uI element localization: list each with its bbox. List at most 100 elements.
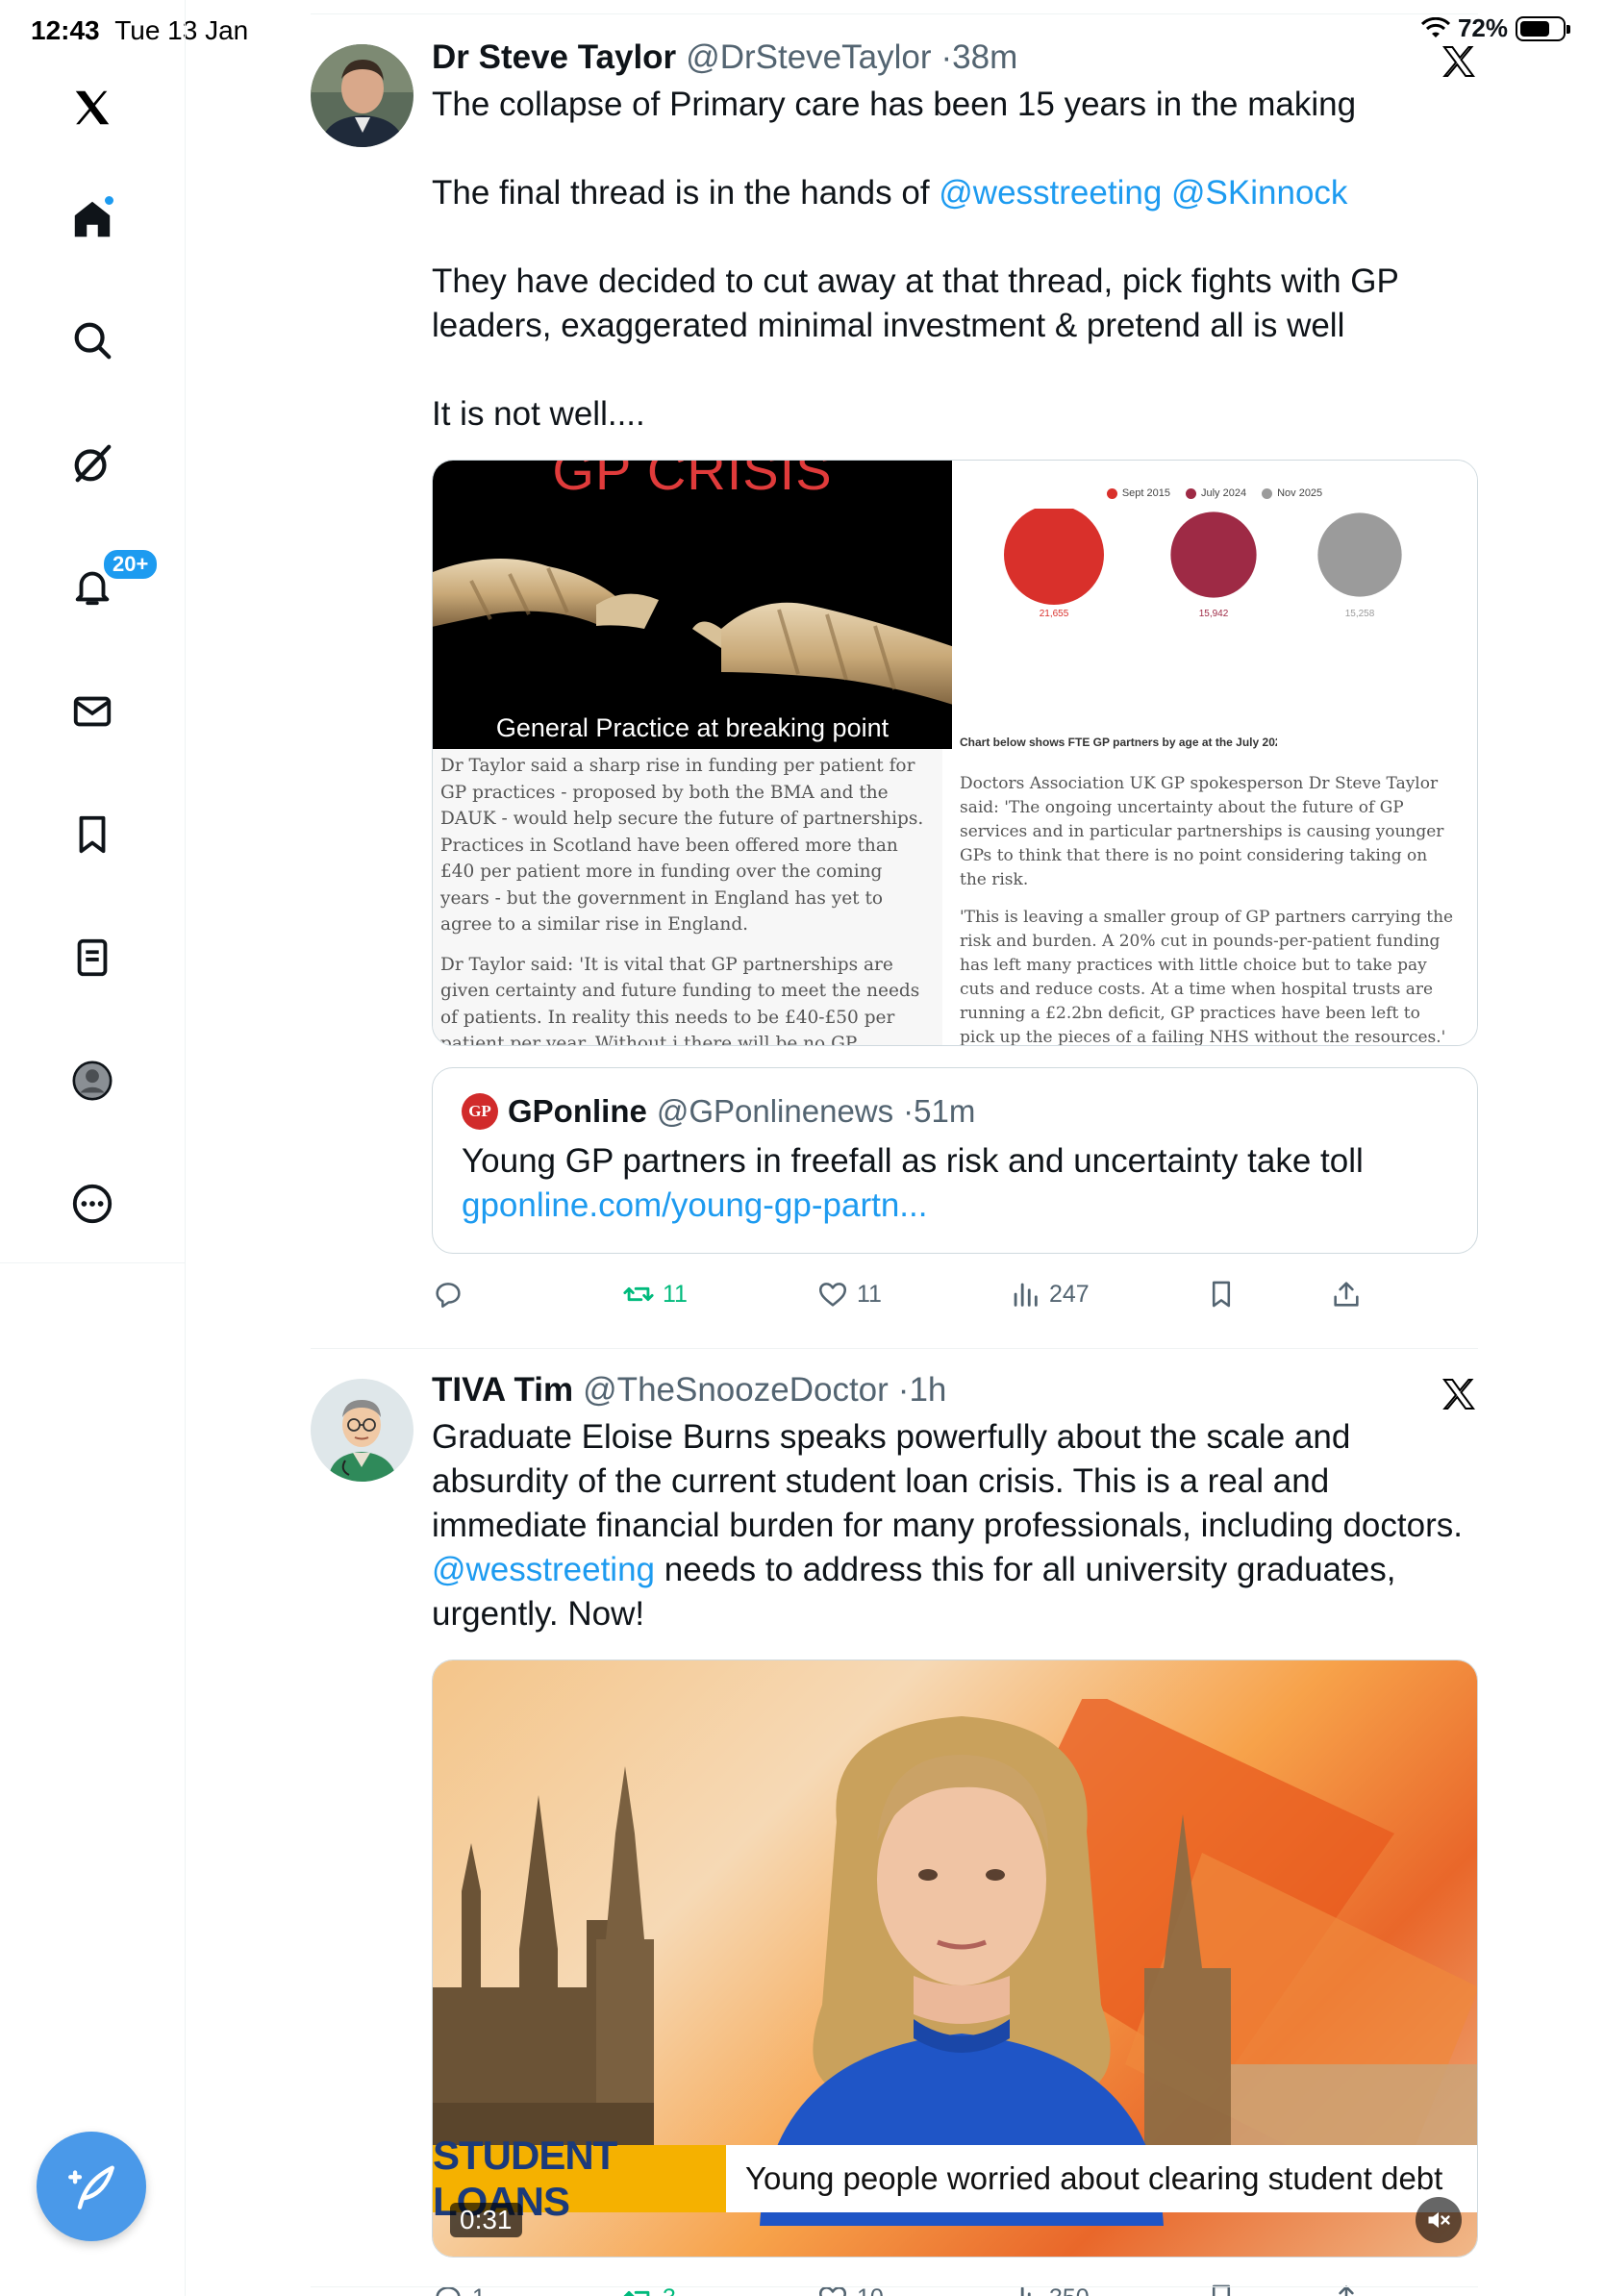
chart-caption: Chart below shows FTE GP partners by age…: [960, 736, 1277, 749]
bubble-label: 15,942: [1199, 609, 1229, 619]
tweet-video[interactable]: STUDENT LOANS Young people worried about…: [432, 1660, 1478, 2258]
repost-button[interactable]: 11: [622, 1278, 688, 1310]
repost-icon: [623, 2290, 650, 2296]
mention-link[interactable]: @wesstreeting: [432, 1551, 655, 1588]
legend-item: Nov 2025: [1262, 487, 1322, 499]
article-paragraph: Dr Taylor said a sharp rise in funding p…: [440, 756, 924, 935]
compose-button[interactable]: [37, 2132, 146, 2241]
legend-item: July 2024: [1185, 487, 1247, 499]
quote-body: Young GP partners in freefall as risk an…: [462, 1142, 1364, 1180]
like-button[interactable]: 11: [816, 1278, 882, 1310]
reply-icon: [436, 2286, 461, 2296]
quote-link[interactable]: gponline.com/young-gp-partn...: [462, 1184, 1448, 1228]
tweet-header: Dr Steve Taylor @DrSteveTaylor ·38m: [432, 38, 1478, 77]
bookmark-icon: [1212, 2284, 1231, 2296]
quote-header: GP GPonline @GPonlinenews ·51m: [462, 1093, 1448, 1130]
x-source-icon: [1442, 1379, 1475, 1410]
reply-icon: [436, 1283, 461, 1309]
mention-link[interactable]: @wesstreeting: [939, 174, 1162, 212]
more-icon[interactable]: [60, 1171, 125, 1236]
display-name[interactable]: Dr Steve Taylor: [432, 38, 676, 77]
tweet-separator: [311, 1348, 1478, 1349]
tweet-paragraph: It is not well....: [432, 395, 645, 433]
messages-icon[interactable]: [60, 679, 125, 744]
x-logo-icon[interactable]: [60, 75, 125, 140]
bookmark-button[interactable]: [1205, 1278, 1238, 1310]
share-button[interactable]: [1330, 2282, 1363, 2296]
legend-item: Sept 2015: [1106, 487, 1170, 499]
tweet-media[interactable]: GP CRISIS General Practice at breaking p…: [432, 460, 1478, 1046]
notifications-icon[interactable]: 20+: [60, 548, 160, 619]
legend-label: Sept 2015: [1121, 487, 1170, 499]
views-button[interactable]: 350: [1009, 2282, 1090, 2296]
bubble-chart: 21,655 15,942 15,258: [1004, 509, 1402, 619]
repost-button[interactable]: 3: [622, 2282, 676, 2296]
legend-swatch: [1185, 487, 1196, 499]
profile-icon[interactable]: [60, 1048, 125, 1113]
avatar[interactable]: [311, 1379, 414, 1482]
quote-display-name[interactable]: GPonline: [508, 1093, 647, 1130]
quote-timestamp[interactable]: ·51m: [903, 1093, 975, 1130]
sidebar: 20+: [0, 0, 186, 2296]
article-paragraph: 'This is leaving a smaller group of GP p…: [960, 908, 1454, 1046]
tweet-actions: 11 11 247: [432, 1265, 1478, 1323]
notifications-badge: 20+: [102, 548, 160, 581]
lists-icon[interactable]: [60, 925, 125, 990]
quote-text: Young GP partners in freefall as risk an…: [462, 1139, 1448, 1228]
tweet-actions: 1 3 10 350: [432, 2269, 1478, 2296]
reply-button[interactable]: [432, 1278, 472, 1310]
bubble-1: [1004, 509, 1104, 605]
rope-image: GP CRISIS General Practice at breaking p…: [433, 461, 952, 749]
grok-icon[interactable]: [60, 431, 125, 496]
share-button[interactable]: [1330, 1278, 1363, 1310]
handle[interactable]: @TheSnoozeDoctor: [583, 1371, 889, 1410]
search-icon[interactable]: [60, 308, 125, 373]
article-paragraph: Doctors Association UK GP spokesperson D…: [960, 774, 1444, 889]
handle[interactable]: @DrSteveTaylor: [686, 38, 931, 77]
timestamp[interactable]: ·1h: [898, 1371, 947, 1410]
bookmarks-icon[interactable]: [60, 802, 125, 867]
tweet-text: Graduate Eloise Burns speaks powerfully …: [432, 1415, 1478, 1636]
article-paragraph: Dr Taylor said: 'It is vital that GP par…: [440, 954, 920, 1046]
tweet-separator: [311, 2286, 1478, 2287]
legend-label: Nov 2025: [1277, 487, 1323, 499]
views-button[interactable]: 247: [1009, 1278, 1090, 1310]
tweet-paragraph: The final thread is in the hands of @wes…: [432, 174, 1348, 212]
bookmark-icon: [1212, 1281, 1231, 1308]
display-name[interactable]: TIVA Tim: [432, 1371, 573, 1410]
media-image-left[interactable]: GP CRISIS General Practice at breaking p…: [433, 461, 952, 1046]
wifi-icon: [1420, 16, 1450, 37]
media-headline: GP CRISIS: [552, 461, 833, 501]
avatar[interactable]: [311, 44, 414, 147]
video-player[interactable]: STUDENT LOANS Young people worried about…: [433, 1660, 1477, 2257]
bookmark-button[interactable]: [1205, 2282, 1238, 2296]
tweet-paragraph: Graduate Eloise Burns speaks powerfully …: [432, 1418, 1463, 1633]
tweet-header: TIVA Tim @TheSnoozeDoctor ·1h: [432, 1371, 1478, 1410]
video-duration: 0:31: [450, 2203, 522, 2237]
repost-count: 11: [663, 1280, 688, 1308]
legend-label: July 2024: [1200, 487, 1247, 499]
bubble-label: 21,655: [1040, 609, 1069, 619]
mute-button[interactable]: [1416, 2197, 1462, 2243]
bubble-label: 15,258: [1345, 609, 1375, 619]
tweet-paragraph: The collapse of Primary care has been 15…: [432, 86, 1357, 123]
quoted-tweet[interactable]: GP GPonline @GPonlinenews ·51m Young GP …: [432, 1067, 1478, 1254]
article-text-left: Dr Taylor said a sharp rise in funding p…: [433, 749, 942, 1046]
battery-icon: [1516, 15, 1570, 41]
views-icon: [1020, 2286, 1031, 2296]
gponline-logo[interactable]: GP: [462, 1093, 498, 1130]
quote-handle[interactable]: @GPonlinenews: [657, 1093, 893, 1130]
heart-icon: [818, 1283, 847, 1307]
tweet-text: The collapse of Primary care has been 15…: [432, 83, 1478, 437]
video-lower-third: STUDENT LOANS Young people worried about…: [433, 2133, 1477, 2224]
media-image-right[interactable]: Sept 2015 July 2024 Nov 2025 21,655 15,942 1…: [952, 461, 1477, 1046]
view-count: 247: [1049, 1280, 1090, 1308]
timestamp[interactable]: ·38m: [941, 38, 1018, 77]
like-button[interactable]: 10: [816, 2282, 884, 2296]
article-text-right: Doctors Association UK GP spokesperson D…: [952, 768, 1477, 1046]
mention-link[interactable]: @SKinnock: [1171, 174, 1347, 212]
home-icon[interactable]: [60, 187, 125, 252]
views-icon: [1014, 1283, 1038, 1307]
reply-button[interactable]: 1: [432, 2282, 486, 2296]
tweet-paragraph: They have decided to cut away at that th…: [432, 262, 1399, 344]
